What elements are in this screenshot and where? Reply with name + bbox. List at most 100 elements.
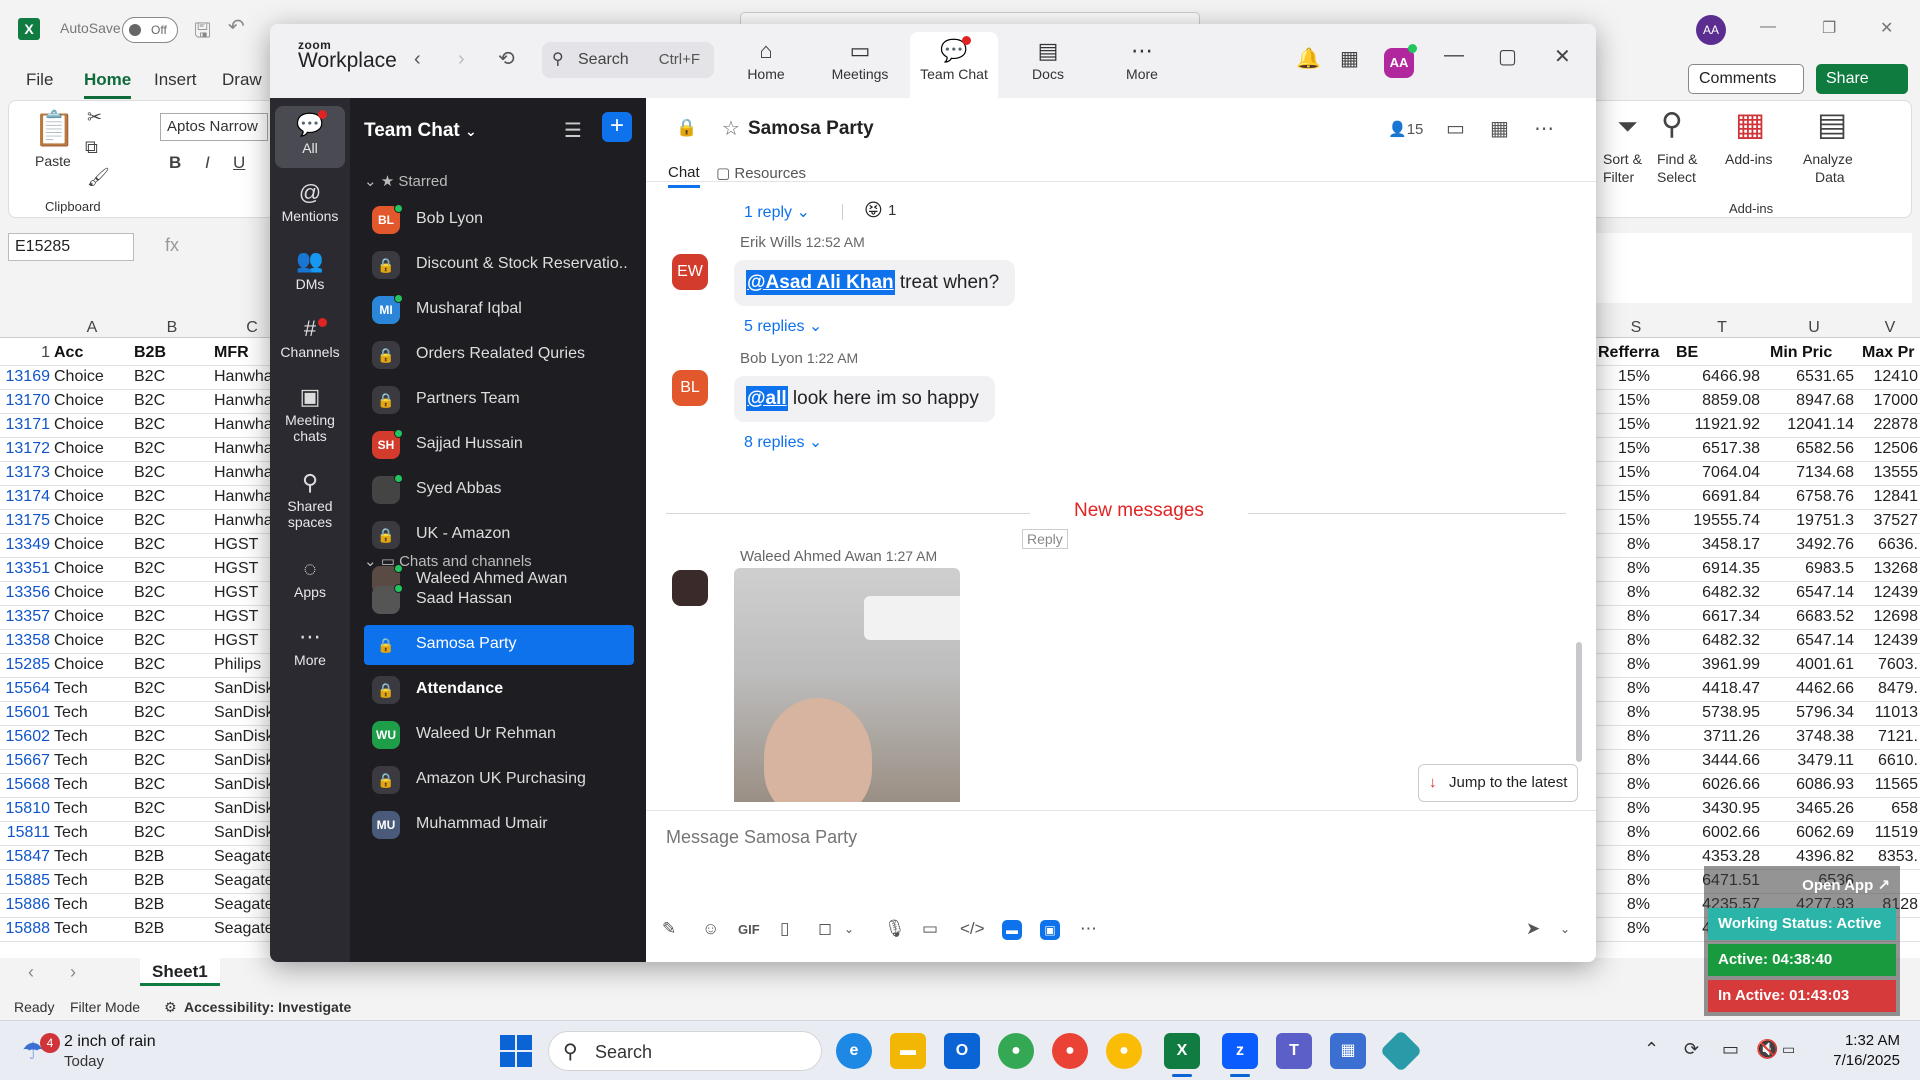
cell-max-price[interactable]: 12841 xyxy=(1862,488,1919,506)
cell-acc[interactable]: Choice xyxy=(54,632,130,650)
volume-muted-icon[interactable]: 🔇 xyxy=(1756,1039,1778,1060)
excel-close-icon[interactable]: ✕ xyxy=(1880,18,1893,38)
cell-mfr[interactable]: Hanwha xyxy=(214,440,270,458)
menu-draw[interactable]: Draw xyxy=(222,70,262,90)
rail-dms[interactable]: 👥 DMs xyxy=(275,246,345,292)
cell-acc[interactable]: Choice xyxy=(54,536,130,554)
sheet-tab[interactable]: Sheet1 xyxy=(140,958,220,986)
cell-referral[interactable]: 15% xyxy=(1598,416,1650,434)
status-accessibility[interactable]: Accessibility: Investigate xyxy=(184,999,351,1015)
zoom-search-box[interactable]: ⚲ Search Ctrl+F xyxy=(542,42,714,78)
cell-referral[interactable]: 15% xyxy=(1598,440,1650,458)
cell-acc[interactable]: Choice xyxy=(54,392,130,410)
cell-mfr[interactable]: SanDisk xyxy=(214,824,270,842)
analyze-data-icon[interactable]: ▤ xyxy=(1817,105,1847,143)
cell-b2b[interactable]: B2C xyxy=(134,584,210,602)
fx-icon[interactable]: fx xyxy=(165,235,179,256)
cell-be[interactable]: 6482.32 xyxy=(1676,584,1760,602)
cell-min-price[interactable]: 4396.82 xyxy=(1770,848,1854,866)
cell-b2b[interactable]: B2C xyxy=(134,752,210,770)
list-item[interactable]: SH Sajjad Hussain xyxy=(364,425,634,465)
cell-max-price[interactable]: 11565 xyxy=(1862,776,1918,794)
cell-acc[interactable]: Tech xyxy=(54,824,130,842)
thread-replies-link[interactable]: 8 replies ⌄ xyxy=(744,432,822,452)
col-a[interactable]: A xyxy=(52,318,132,338)
list-item[interactable]: 🔒 Partners Team xyxy=(364,380,634,420)
zoom-maximize-icon[interactable]: ▢ xyxy=(1498,44,1517,69)
cell-be[interactable]: 7064.04 xyxy=(1676,464,1760,482)
tab-meetings[interactable]: ▭ Meetings xyxy=(816,32,904,98)
screenshot-chevron-icon[interactable]: ⌄ xyxy=(844,922,854,936)
cell-referral[interactable]: 8% xyxy=(1598,752,1650,770)
cell-acc[interactable]: Choice xyxy=(54,464,130,482)
open-app-link[interactable]: Open App ↗ xyxy=(1802,876,1890,894)
list-item[interactable]: MI Musharaf Iqbal xyxy=(364,290,634,330)
back-arrow-icon[interactable]: ‹ xyxy=(414,48,421,71)
teams-icon[interactable]: T xyxy=(1276,1033,1312,1069)
format-painter-icon[interactable]: 🖌 xyxy=(87,167,110,188)
cell-referral[interactable]: 8% xyxy=(1598,704,1650,722)
save-icon[interactable]: 🖫 xyxy=(194,16,211,50)
cell-referral[interactable]: 8% xyxy=(1598,920,1650,938)
rail-channels[interactable]: # Channels xyxy=(275,314,345,360)
cell-referral[interactable]: 8% xyxy=(1598,632,1650,650)
prev-sheet-icon[interactable]: ‹ xyxy=(28,962,34,983)
list-item[interactable]: MU Muhammad Umair xyxy=(364,805,634,845)
star-icon[interactable]: ☆ xyxy=(722,116,740,141)
schedule-icon[interactable]: ▦ xyxy=(1490,116,1509,141)
tab-team-chat[interactable]: 💬 Team Chat xyxy=(910,32,998,98)
cell-referral[interactable]: 15% xyxy=(1598,392,1650,410)
cell-be[interactable]: 3961.99 xyxy=(1676,656,1760,674)
cell-acc[interactable]: Tech xyxy=(54,752,130,770)
bold-icon[interactable]: B xyxy=(169,153,181,173)
header-mfr[interactable]: MFR xyxy=(214,344,270,362)
cell-max-price[interactable]: 7603. xyxy=(1862,656,1918,674)
cell-max-price[interactable]: 13555 xyxy=(1862,464,1919,482)
cell-max-price[interactable]: 13268 xyxy=(1862,560,1919,578)
cell-max-price[interactable]: 658 xyxy=(1862,800,1918,818)
cell-be[interactable]: 3458.17 xyxy=(1676,536,1760,554)
header-acc[interactable]: Acc xyxy=(54,344,130,362)
cell-mfr[interactable]: SanDisk xyxy=(214,728,270,746)
list-item[interactable]: Saad Hassan xyxy=(364,580,634,620)
col-b[interactable]: B xyxy=(132,318,212,338)
cell-acc[interactable]: Choice xyxy=(54,368,130,386)
cell-max-price[interactable]: 11013 xyxy=(1862,704,1918,722)
cell-be[interactable]: 6517.38 xyxy=(1676,440,1760,458)
shared-photo[interactable] xyxy=(734,568,960,802)
col-v[interactable]: V xyxy=(1860,318,1920,338)
microphone-icon[interactable]: 🎙 xyxy=(884,919,906,939)
cell-mfr[interactable]: Hanwha xyxy=(214,464,270,482)
cell-mfr[interactable]: Hanwha xyxy=(214,392,270,410)
cell-max-price[interactable]: 7121. xyxy=(1862,728,1918,746)
cell-max-price[interactable]: 12410 xyxy=(1862,368,1919,386)
channel-title[interactable]: Samosa Party xyxy=(748,118,874,140)
cell-min-price[interactable]: 19751.3 xyxy=(1770,512,1854,530)
cell-max-price[interactable]: 8353. xyxy=(1862,848,1918,866)
cell-be[interactable]: 11921.92 xyxy=(1676,416,1760,434)
cell-max-price[interactable]: 12698 xyxy=(1862,608,1919,626)
cell-mfr[interactable]: Hanwha xyxy=(214,368,270,386)
cell-max-price[interactable]: 6636. xyxy=(1862,536,1918,554)
cell-referral[interactable]: 15% xyxy=(1598,464,1650,482)
cell-referral[interactable]: 8% xyxy=(1598,536,1650,554)
sync-icon[interactable]: ⟳ xyxy=(1684,1039,1699,1060)
cell-referral[interactable]: 8% xyxy=(1598,680,1650,698)
cell-mfr[interactable]: Hanwha xyxy=(214,416,270,434)
mention[interactable]: @all xyxy=(746,386,788,411)
cell-min-price[interactable]: 5796.34 xyxy=(1770,704,1854,722)
cell-b2b[interactable]: B2C xyxy=(134,512,210,530)
cell-referral[interactable]: 8% xyxy=(1598,656,1650,674)
underline-icon[interactable]: U xyxy=(233,153,245,173)
cell-be[interactable]: 3444.66 xyxy=(1676,752,1760,770)
chrome-profile-3-icon[interactable]: ● xyxy=(1106,1033,1142,1069)
cell-acc[interactable]: Tech xyxy=(54,896,130,914)
addins-icon[interactable]: ▦ xyxy=(1735,105,1765,143)
cell-referral[interactable]: 8% xyxy=(1598,584,1650,602)
cell-min-price[interactable]: 4462.66 xyxy=(1770,680,1854,698)
cell-min-price[interactable]: 7134.68 xyxy=(1770,464,1854,482)
chrome-profile-2-icon[interactable]: ● xyxy=(1052,1033,1088,1069)
cell-max-price[interactable]: 22878 xyxy=(1862,416,1919,434)
cell-mfr[interactable]: SanDisk xyxy=(214,704,270,722)
cell-min-price[interactable]: 3748.38 xyxy=(1770,728,1854,746)
